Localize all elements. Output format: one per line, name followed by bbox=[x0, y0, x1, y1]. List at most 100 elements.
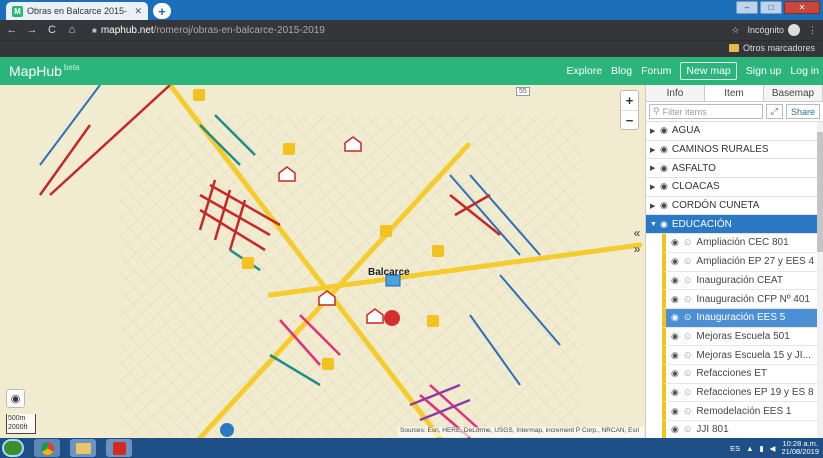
tray-arrow-icon[interactable]: ▲ bbox=[746, 444, 753, 453]
menu-icon[interactable]: ⋮ bbox=[808, 25, 817, 36]
new-map-button[interactable]: New map bbox=[680, 62, 737, 80]
back-icon[interactable]: ← bbox=[4, 24, 20, 36]
forward-icon[interactable]: → bbox=[24, 24, 40, 36]
zoom-out-button[interactable]: − bbox=[621, 110, 638, 129]
logo-beta: beta bbox=[63, 63, 80, 73]
taskbar-pdf-reader[interactable] bbox=[106, 439, 132, 457]
list-item[interactable]: ◉ ⊙ Remodelación EES 1 bbox=[662, 402, 823, 421]
eye-icon[interactable]: ◉ bbox=[671, 406, 679, 417]
scale-meters: 500m bbox=[8, 415, 26, 422]
clock[interactable]: 10:28 a.m. 21/08/2019 bbox=[781, 440, 819, 456]
bookmarks-bar: Otros marcadores bbox=[0, 40, 823, 57]
nav-log-in[interactable]: Log in bbox=[790, 65, 819, 77]
filter-input[interactable]: ⚲ Filter items bbox=[649, 104, 763, 119]
reload-icon[interactable]: C bbox=[44, 24, 60, 36]
eye-icon[interactable]: ◉ bbox=[660, 200, 668, 211]
eye-icon[interactable]: ◉ bbox=[671, 256, 679, 267]
chevron-right-icon[interactable]: » bbox=[634, 242, 641, 256]
close-window-button[interactable]: ✕ bbox=[784, 1, 820, 14]
tab-item[interactable]: Item bbox=[705, 85, 764, 101]
marker-icon: ⊙ bbox=[683, 293, 692, 304]
locate-button[interactable]: ◉ bbox=[6, 389, 25, 408]
eye-icon[interactable]: ◉ bbox=[671, 237, 679, 248]
nav-forum[interactable]: Forum bbox=[641, 65, 671, 77]
list-item[interactable]: ◉ ⊙ Inauguración CFP Nº 401 bbox=[662, 290, 823, 309]
eye-icon[interactable]: ◉ bbox=[671, 368, 679, 379]
eye-icon[interactable]: ◉ bbox=[660, 181, 668, 192]
eye-icon[interactable]: ◉ bbox=[671, 312, 679, 323]
list-item[interactable]: ◉ ⊙ Ampliación CEC 801 bbox=[662, 234, 823, 253]
eye-icon[interactable]: ◉ bbox=[660, 163, 668, 174]
scale-feet: 2000ft bbox=[8, 424, 28, 431]
category-label: ASFALTO bbox=[671, 162, 716, 174]
item-sidebar: Info Item Basemap ⚲ Filter items ⤢ Share… bbox=[645, 85, 823, 438]
share-button[interactable]: Share bbox=[785, 104, 820, 119]
nav-blog[interactable]: Blog bbox=[611, 65, 632, 77]
item-label: Inauguración CFP Nº 401 bbox=[696, 293, 810, 305]
search-icon: ⚲ bbox=[653, 106, 660, 116]
map-canvas[interactable]: Balcarce 55 bbox=[0, 85, 645, 438]
chevron-left-icon[interactable]: « bbox=[634, 226, 641, 240]
nav-explore[interactable]: Explore bbox=[566, 65, 602, 77]
panel-toggle[interactable]: «» bbox=[630, 225, 644, 257]
incognito-label: Incógnito bbox=[747, 25, 784, 35]
category-agua[interactable]: ▶ ◉ AGUA bbox=[646, 122, 823, 141]
maximize-button[interactable]: □ bbox=[760, 1, 782, 14]
taskbar-explorer[interactable] bbox=[70, 439, 96, 457]
item-label: Inauguración EES 5 bbox=[696, 312, 786, 324]
list-item[interactable]: ◉ ⊙ Ampliación EP 27 y EES 4 bbox=[662, 252, 823, 272]
list-item-selected[interactable]: ◉ ⊙ Inauguración EES 5 bbox=[662, 308, 823, 328]
scrollbar-thumb[interactable] bbox=[817, 132, 823, 252]
list-item[interactable]: ◉ ⊙ Refacciones ET bbox=[662, 364, 823, 384]
url-field[interactable]: ■ maphub.net/romeroj/obras-en-balcarce-2… bbox=[92, 25, 325, 36]
list-item[interactable]: ◉ ⊙ Refacciones EP 19 y ES 8 bbox=[662, 383, 823, 403]
tab-close-icon[interactable]: ✕ bbox=[134, 6, 142, 17]
category-educacion[interactable]: ▼ ◉ EDUCACIÓN bbox=[646, 215, 823, 235]
list-item[interactable]: ◉ ⊙ Mejoras Escuela 15 y JI... bbox=[662, 346, 823, 365]
eye-icon[interactable]: ◉ bbox=[671, 331, 679, 342]
marker-icon: ⊙ bbox=[683, 312, 692, 323]
incognito-indicator[interactable]: Incógnito bbox=[747, 24, 800, 36]
tab-basemap[interactable]: Basemap bbox=[764, 85, 823, 101]
category-cloacas[interactable]: ▶ ◉ CLOACAS bbox=[646, 178, 823, 197]
volume-icon[interactable]: ◀ bbox=[770, 444, 776, 453]
new-tab-button[interactable]: + bbox=[153, 3, 171, 19]
browser-tab[interactable]: M Obras en Balcarce 2015- 2019 by ✕ bbox=[6, 2, 148, 20]
eye-icon[interactable]: ◉ bbox=[660, 125, 668, 136]
list-item[interactable]: ◉ ⊙ Mejoras Escuela 501 bbox=[662, 327, 823, 347]
start-button[interactable] bbox=[2, 439, 24, 457]
zoom-in-button[interactable]: + bbox=[621, 91, 638, 110]
eye-icon[interactable]: ◉ bbox=[671, 275, 679, 286]
minimize-button[interactable]: – bbox=[736, 1, 758, 14]
eye-icon[interactable]: ◉ bbox=[671, 294, 679, 305]
zoom-control: + − bbox=[620, 90, 639, 130]
item-label: Remodelación EES 1 bbox=[696, 405, 792, 417]
window-controls: – □ ✕ bbox=[736, 1, 820, 14]
eye-icon[interactable]: ◉ bbox=[671, 387, 679, 398]
system-tray: ES ▲ ▮ ◀ 10:28 a.m. 21/08/2019 bbox=[730, 438, 819, 458]
map-attribution: Sources: Esri, HERE, DeLorme, USGS, Inte… bbox=[398, 427, 644, 437]
eye-icon[interactable]: ◉ bbox=[660, 219, 668, 230]
sidebar-scrollbar[interactable] bbox=[817, 122, 823, 438]
category-caminos-rurales[interactable]: ▶ ◉ CAMINOS RURALES bbox=[646, 141, 823, 160]
language-indicator[interactable]: ES bbox=[730, 444, 740, 453]
category-asfalto[interactable]: ▶ ◉ ASFALTO bbox=[646, 159, 823, 179]
eye-icon[interactable]: ◉ bbox=[671, 350, 679, 361]
item-label: Mejoras Escuela 501 bbox=[696, 330, 790, 342]
maphub-logo[interactable]: MapHub beta bbox=[9, 63, 80, 79]
filter-row: ⚲ Filter items ⤢ Share bbox=[646, 102, 823, 122]
network-icon[interactable]: ▮ bbox=[760, 444, 764, 453]
eye-icon[interactable]: ◉ bbox=[660, 144, 668, 155]
nav-sign-up[interactable]: Sign up bbox=[746, 65, 782, 77]
expand-button[interactable]: ⤢ bbox=[765, 104, 783, 119]
taskbar-chrome[interactable] bbox=[34, 439, 60, 457]
list-item[interactable]: ◉ ⊙ Inauguración CEAT bbox=[662, 271, 823, 291]
tab-info[interactable]: Info bbox=[646, 85, 705, 101]
bookmark-star-icon[interactable]: ☆ bbox=[731, 25, 739, 36]
list-item[interactable]: ◉ ⊙ JJI 801 bbox=[662, 421, 823, 438]
eye-icon[interactable]: ◉ bbox=[671, 424, 679, 435]
category-cordon-cuneta[interactable]: ▶ ◉ CORDÓN CUNETA bbox=[646, 197, 823, 216]
other-bookmarks[interactable]: Otros marcadores bbox=[728, 43, 815, 53]
home-icon[interactable]: ⌂ bbox=[64, 24, 80, 36]
marker-icon: ⊙ bbox=[683, 424, 692, 435]
